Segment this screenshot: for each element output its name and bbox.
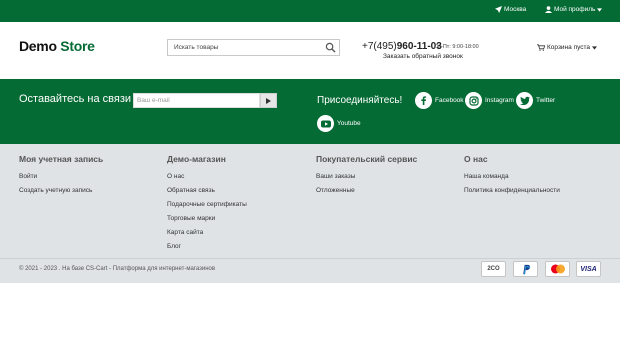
footer-column-account: Моя учетная запись Войти Создать учетную… (19, 154, 103, 198)
footer-link[interactable]: Войти (19, 170, 103, 184)
social-youtube[interactable]: Youtube (317, 115, 361, 132)
location-arrow-icon (495, 6, 502, 13)
search-input[interactable]: Искать товары (167, 39, 340, 56)
social-label: Twitter (536, 97, 556, 104)
location-label: Москва (504, 6, 527, 13)
copyright: © 2021 - 2023 . На базе CS-Cart - Платфо… (19, 266, 216, 272)
newsletter-title: Оставайтесь на связи (19, 93, 132, 105)
payment-2co-icon: 2CO (481, 261, 506, 277)
logo-store: Store (60, 38, 95, 54)
social-twitter[interactable]: Twitter (516, 92, 555, 109)
cart-label: Корзина пуста (547, 44, 591, 51)
youtube-icon (317, 115, 334, 132)
footer-link[interactable]: Подарочные сертификаты (167, 198, 247, 212)
callback-link[interactable]: Заказать обратный звонок (383, 53, 463, 60)
footer-column-shop: Демо-магазин О нас Обратная связь Подаро… (167, 154, 247, 254)
footer-column-title: Демо-магазин (167, 154, 226, 164)
footer-link[interactable]: О нас (167, 170, 247, 184)
footer-link[interactable]: Наша команда (464, 170, 560, 184)
social-label: Facebook (435, 97, 464, 104)
email-placeholder: Ваш e-mail (137, 97, 170, 104)
payment-mastercard-icon (545, 261, 570, 277)
chevron-down-icon (592, 45, 598, 50)
payment-paypal-icon (513, 261, 538, 277)
phone-prefix: +7(495) (362, 41, 397, 52)
instagram-icon (465, 92, 482, 109)
payment-label: VISA (580, 265, 597, 273)
social-label: Youtube (337, 120, 361, 127)
footer-link[interactable]: Отложенные (316, 184, 417, 198)
phone-number[interactable]: +7(495)960-11-03 (362, 41, 442, 52)
footer-column-title: О нас (464, 154, 488, 164)
profile-label: Мой профиль (554, 6, 596, 13)
header: Demo Store Искать товары +7(495)960-11-0… (0, 22, 620, 79)
footer-link[interactable]: Обратная связь (167, 184, 247, 198)
profile-menu[interactable]: Мой профиль (545, 6, 603, 13)
chevron-down-icon (597, 7, 603, 12)
join-title: Присоединяйтесь! (317, 95, 403, 106)
footer-column-title: Покупательский сервис (316, 154, 418, 164)
footer-link[interactable]: Торговые марки (167, 212, 247, 226)
subscribe-button[interactable] (260, 93, 277, 108)
cart-button[interactable]: Корзина пуста (537, 44, 598, 51)
payment-label: 2CO (487, 266, 500, 272)
newsletter-band: Оставайтесь на связи Ваш e-mail Присоеди… (0, 79, 620, 144)
footer-link[interactable]: Ваши заказы (316, 170, 417, 184)
play-arrow-icon (266, 97, 271, 104)
cart-icon (537, 44, 545, 51)
footer-link[interactable]: Блог (167, 240, 247, 254)
search-icon[interactable] (325, 42, 336, 53)
location-selector[interactable]: Москва (495, 6, 526, 13)
footer-link[interactable]: Политика конфиденциальности (464, 184, 560, 198)
footer-link[interactable]: Создать учетную запись (19, 184, 103, 198)
top-bar: Москва Мой профиль (0, 0, 620, 22)
footer-column-service: Покупательский сервис Ваши заказы Отложе… (316, 154, 417, 198)
footer-divider (0, 258, 620, 259)
user-icon (545, 6, 552, 13)
social-label: Instagram (485, 97, 514, 104)
working-hours: Пн-Пт: 9:00-18:00 (434, 44, 479, 50)
footer-link[interactable]: Карта сайта (167, 226, 247, 240)
facebook-icon (415, 92, 432, 109)
search-placeholder: Искать товары (174, 44, 219, 51)
logo-demo: Demo (19, 38, 57, 54)
logo[interactable]: Demo Store (19, 38, 95, 54)
social-instagram[interactable]: Instagram (465, 92, 514, 109)
twitter-icon (516, 92, 533, 109)
footer-column-title: Моя учетная запись (19, 154, 104, 164)
payment-visa-icon: VISA (576, 261, 601, 277)
email-field[interactable]: Ваш e-mail (133, 93, 260, 108)
footer-column-about: О нас Наша команда Политика конфиденциал… (464, 154, 560, 198)
social-facebook[interactable]: Facebook (415, 92, 464, 109)
